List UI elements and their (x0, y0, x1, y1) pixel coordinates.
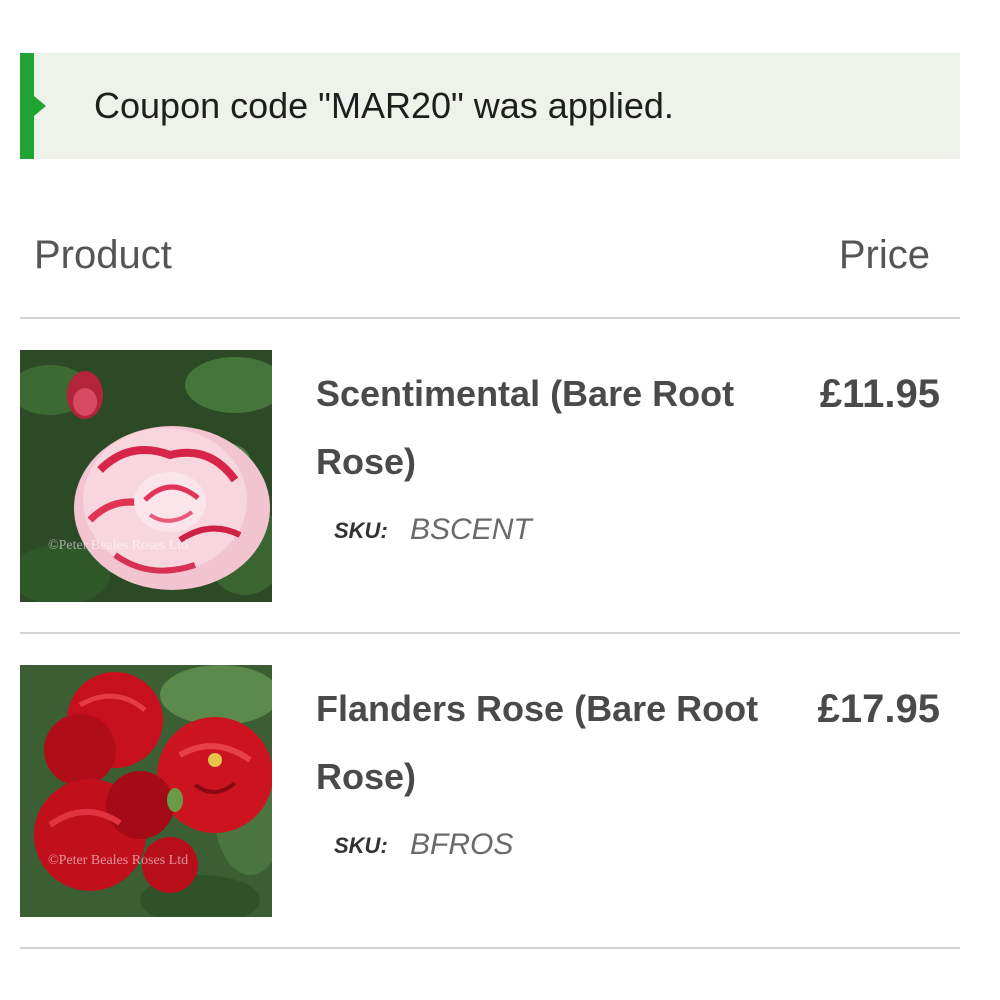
notice-arrow-icon (34, 96, 46, 116)
column-header-product: Product (34, 233, 172, 277)
product-name-link[interactable]: Flanders Rose (Bare Root Rose) (316, 675, 786, 811)
product-image-flanders[interactable]: ©Peter Beales Roses Ltd (20, 665, 272, 917)
table-divider (20, 317, 960, 319)
image-watermark: ©Peter Beales Roses Ltd (48, 853, 189, 868)
table-row: ©Peter Beales Roses Ltd Flanders Rose (B… (20, 665, 960, 921)
product-name-link[interactable]: Scentimental (Bare Root Rose) (316, 360, 786, 496)
sku-value: BSCENT (410, 513, 532, 546)
sku-value: BFROS (410, 828, 514, 861)
product-price: £17.95 (817, 687, 940, 731)
sku-label: SKU: (334, 518, 388, 543)
table-divider (20, 947, 960, 949)
notice-message: Coupon code "MAR20" was applied. (94, 85, 674, 126)
image-watermark: ©Peter Beales Roses Ltd (48, 538, 189, 553)
product-image-scentimental[interactable]: ©Peter Beales Roses Ltd (20, 350, 272, 602)
product-price: £11.95 (819, 372, 940, 416)
coupon-applied-notice: Coupon code "MAR20" was applied. (20, 53, 960, 159)
notice-accent-bar (20, 53, 34, 159)
table-divider (20, 632, 960, 634)
column-header-price: Price (838, 233, 930, 277)
table-row: ©Peter Beales Roses Ltd Scentimental (Ba… (20, 350, 960, 606)
sku-label: SKU: (334, 833, 388, 858)
